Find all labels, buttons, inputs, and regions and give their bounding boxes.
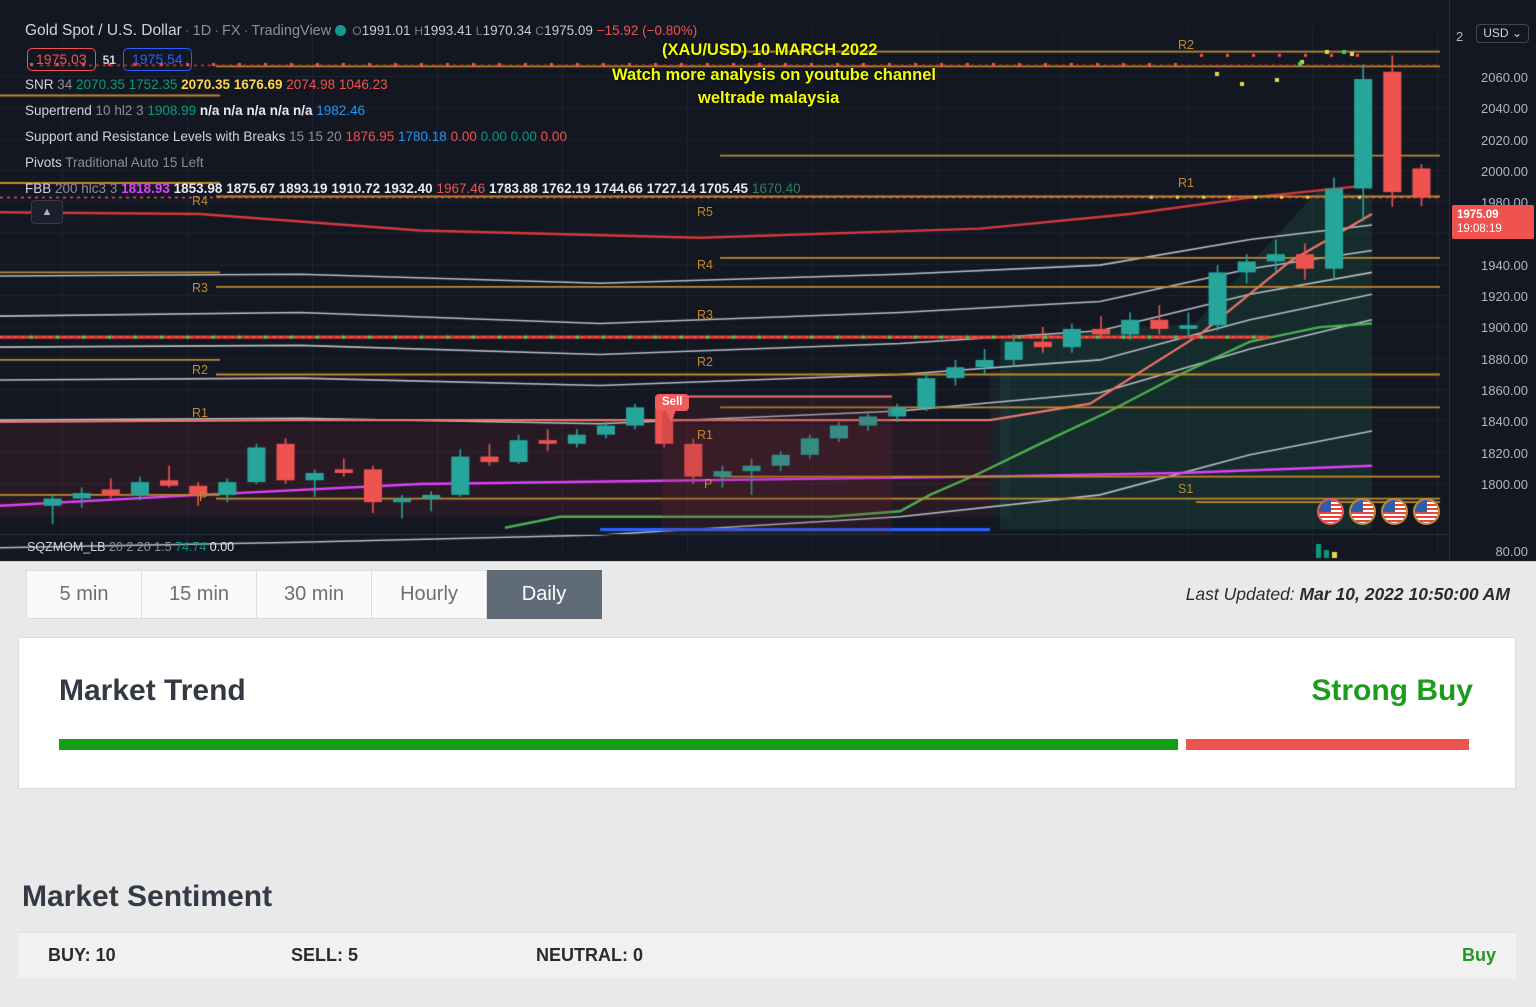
- pivot-label-r4: R4: [697, 258, 713, 272]
- annotation-line-1: (XAU/USD) 10 MARCH 2022: [662, 41, 878, 59]
- axis-tick: 1880.00: [1481, 351, 1528, 367]
- tab-daily[interactable]: Daily: [487, 570, 602, 619]
- meter-green-segment: [59, 739, 1178, 750]
- meter-red-segment: [1185, 739, 1469, 750]
- pivot-label-p: P: [704, 477, 713, 491]
- market-sentiment-title: Market Sentiment: [22, 880, 273, 913]
- sentiment-sell-count: SELL: 5: [291, 945, 359, 965]
- us-flag-icon[interactable]: [1413, 498, 1440, 525]
- annotation-line-2: Watch more analysis on youtube channel: [612, 66, 936, 84]
- market-trend-meter: [59, 739, 1475, 750]
- meter-gap: [1177, 739, 1186, 750]
- pivot-label-r1: R1: [697, 428, 713, 442]
- tradingview-chart-pane[interactable]: Gold Spot / U.S. Dollar · 1D · FX · TradingVie…: [0, 0, 1536, 561]
- axis-tick: 1900.00: [1481, 320, 1528, 336]
- sqzmom-value-1: 74.74: [175, 540, 207, 554]
- technical-analysis-panel: 5 min 15 min 30 min Hourly Daily Last Update…: [0, 561, 1536, 1007]
- axis-tick: 2060.00: [1481, 70, 1528, 85]
- currency-selector[interactable]: USD ⌄: [1476, 24, 1529, 43]
- tab-30-min[interactable]: 30 min: [257, 570, 372, 619]
- current-price-badge: 1975.09 19:08:19: [1452, 205, 1534, 239]
- sentiment-neutral-count: NEUTRAL: 0: [536, 945, 643, 965]
- pivot-label-p-left: P: [199, 490, 208, 504]
- price-axis[interactable]: USD ⌄ 2 2060.00 2040.00 2020.00 2000.00 1980…: [1449, 0, 1536, 561]
- last-updated-value: Mar 10, 2022 10:50:00 AM: [1299, 584, 1510, 604]
- bar-countdown: 19:08:19: [1457, 223, 1502, 235]
- pivot-label-r1-right: R1: [1178, 176, 1194, 190]
- bid-ask-badges: 1975.03 51 1975.54: [27, 48, 192, 71]
- currency-label: USD: [1483, 26, 1509, 40]
- timeframe-tab-bar: 5 min 15 min 30 min Hourly Daily Last Update…: [0, 562, 1536, 637]
- axis-tick-partial: 2: [1456, 29, 1464, 44]
- economic-event-flags[interactable]: [1317, 498, 1440, 525]
- ask-price-badge[interactable]: 1975.54: [122, 48, 192, 71]
- tab-15-min[interactable]: 15 min: [142, 570, 257, 619]
- tab-hourly[interactable]: Hourly: [372, 570, 487, 619]
- axis-tick: 2020.00: [1481, 132, 1528, 148]
- pivot-label-r5: R5: [697, 205, 713, 219]
- market-trend-card: Market Trend Strong Buy: [18, 637, 1516, 789]
- annotation-line-3: weltrade malaysia: [698, 89, 840, 107]
- sell-signal-marker: Sell: [655, 394, 690, 423]
- us-flag-icon[interactable]: [1317, 498, 1344, 525]
- pivot-label-s1-right: S1: [1178, 482, 1194, 496]
- sqzmom-params: 20 2 20 1.5: [108, 540, 172, 554]
- spread-value: 51: [102, 52, 116, 67]
- pivot-label-r4-left: R4: [192, 194, 208, 208]
- bid-price-badge[interactable]: 1975.03: [27, 48, 96, 71]
- sqzmom-name[interactable]: SQZMOM_LB: [27, 540, 106, 554]
- axis-tick: 2040.00: [1481, 101, 1528, 117]
- sentiment-buy-count: BUY: 10: [48, 945, 116, 965]
- us-flag-icon[interactable]: [1349, 498, 1376, 525]
- pivot-label-r2-left: R2: [192, 363, 208, 377]
- sqzmom-value-2: 0.00: [209, 540, 235, 554]
- pivot-label-r2: R2: [697, 355, 713, 369]
- us-flag-icon[interactable]: [1381, 498, 1408, 525]
- market-sentiment-row: BUY: 10 SELL: 5 NEUTRAL: 0 Buy: [18, 932, 1516, 978]
- pivot-label-r3: R3: [697, 308, 713, 322]
- timeframe-tabs[interactable]: 5 min 15 min 30 min Hourly Daily: [26, 570, 602, 619]
- market-trend-verdict: Strong Buy: [1311, 674, 1473, 707]
- last-updated-label: Last Updated:: [1185, 584, 1295, 604]
- sentiment-verdict: Buy: [1461, 945, 1496, 965]
- pivot-label-r3-left: R3: [192, 281, 208, 295]
- axis-tick: 1820.00: [1481, 445, 1528, 461]
- chevron-up-icon[interactable]: ▲: [31, 200, 63, 224]
- pivot-label-r2-right: R2: [1178, 38, 1194, 52]
- axis-tick: 1940.00: [1481, 257, 1528, 273]
- sub-pane-axis-tick: 80.00: [1495, 544, 1528, 559]
- current-price-value: 1975.09: [1457, 209, 1499, 221]
- pivot-label-r1-left: R1: [192, 406, 208, 420]
- market-trend-title: Market Trend: [59, 674, 246, 707]
- tab-5-min[interactable]: 5 min: [26, 570, 142, 619]
- axis-tick: 1920.00: [1481, 289, 1528, 305]
- sqzmom-legend-row: SQZMOM_LB 20 2 20 1.5 74.74 0.00: [27, 540, 234, 554]
- axis-tick: 2000.00: [1481, 163, 1528, 179]
- axis-tick: 1800.00: [1481, 476, 1528, 492]
- axis-tick: 1860.00: [1481, 383, 1528, 398]
- axis-tick: 1840.00: [1481, 414, 1528, 430]
- last-updated: Last Updated: Mar 10, 2022 10:50:00 AM: [1186, 584, 1510, 605]
